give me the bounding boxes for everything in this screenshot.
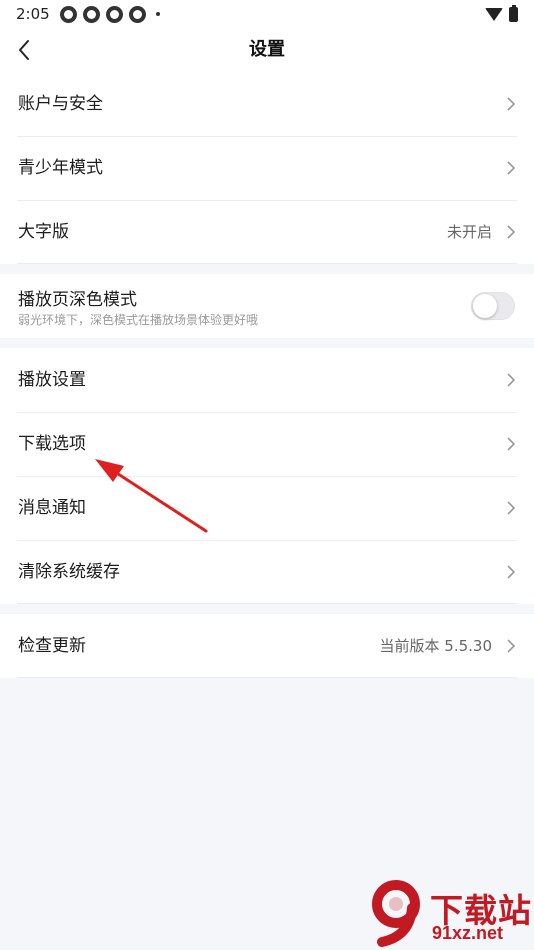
watermark-logo: 下载站 91xz.net [366,878,532,948]
notification-icon [105,5,123,23]
notification-icon [128,5,146,23]
row-download-options[interactable]: 下载选项 [0,412,534,476]
watermark-9-icon [372,880,420,947]
chevron-right-icon [507,161,516,175]
chevron-right-icon [507,225,516,239]
row-label: 大字版 [18,222,69,242]
row-label: 下载选项 [18,434,86,454]
row-label: 检查更新 [18,636,86,656]
row-large-font[interactable]: 大字版 未开启 [0,200,534,264]
status-right [485,4,518,22]
back-arrow-icon[interactable] [14,38,38,62]
more-notifications-dot-icon [155,12,160,16]
settings-group-account: 账户与安全 青少年模式 大字版 未开启 [0,72,534,264]
version-value: 当前版本 5.5.30 [379,637,492,655]
chevron-right-icon [507,437,516,451]
chevron-right-icon [507,501,516,515]
notification-icon [59,5,77,23]
chevron-right-icon [507,565,516,579]
row-clear-cache[interactable]: 清除系统缓存 [0,540,534,604]
row-label: 清除系统缓存 [18,562,120,582]
dark-mode-toggle[interactable] [471,292,515,320]
chevron-right-icon [507,639,516,653]
row-account-security[interactable]: 账户与安全 [0,72,534,136]
notification-icons [59,5,160,23]
dark-mode-title: 播放页深色模式 [18,290,137,310]
status-bar: 2:05 [0,0,534,28]
status-time: 2:05 [16,5,50,23]
watermark-url: 91xz.net [432,923,504,943]
chevron-right-icon [507,373,516,387]
toggle-knob [473,294,497,318]
row-label: 青少年模式 [18,158,103,178]
row-youth-mode[interactable]: 青少年模式 [0,136,534,200]
notification-icon [82,5,100,23]
battery-icon [509,4,518,22]
row-label: 消息通知 [18,498,86,518]
wifi-icon [485,7,503,21]
header: 设置 [0,28,534,72]
settings-group-update: 检查更新 当前版本 5.5.30 [0,614,534,678]
row-notifications[interactable]: 消息通知 [0,476,534,540]
dark-mode-subtitle: 弱光环境下，深色模式在播放场景体验更好哦 [18,313,259,327]
row-playback-settings[interactable]: 播放设置 [0,348,534,412]
row-label: 账户与安全 [18,94,103,114]
row-label: 播放设置 [18,370,86,390]
row-value: 未开启 [446,223,492,241]
row-dark-mode: 播放页深色模式 弱光环境下，深色模式在播放场景体验更好哦 [0,274,534,338]
row-check-update[interactable]: 检查更新 当前版本 5.5.30 [0,614,534,678]
settings-group-playback: 播放设置 下载选项 消息通知 清除系统缓存 [0,348,534,604]
chevron-right-icon [507,97,516,111]
page-title: 设置 [249,39,285,60]
settings-group-dark-mode: 播放页深色模式 弱光环境下，深色模式在播放场景体验更好哦 [0,274,534,338]
